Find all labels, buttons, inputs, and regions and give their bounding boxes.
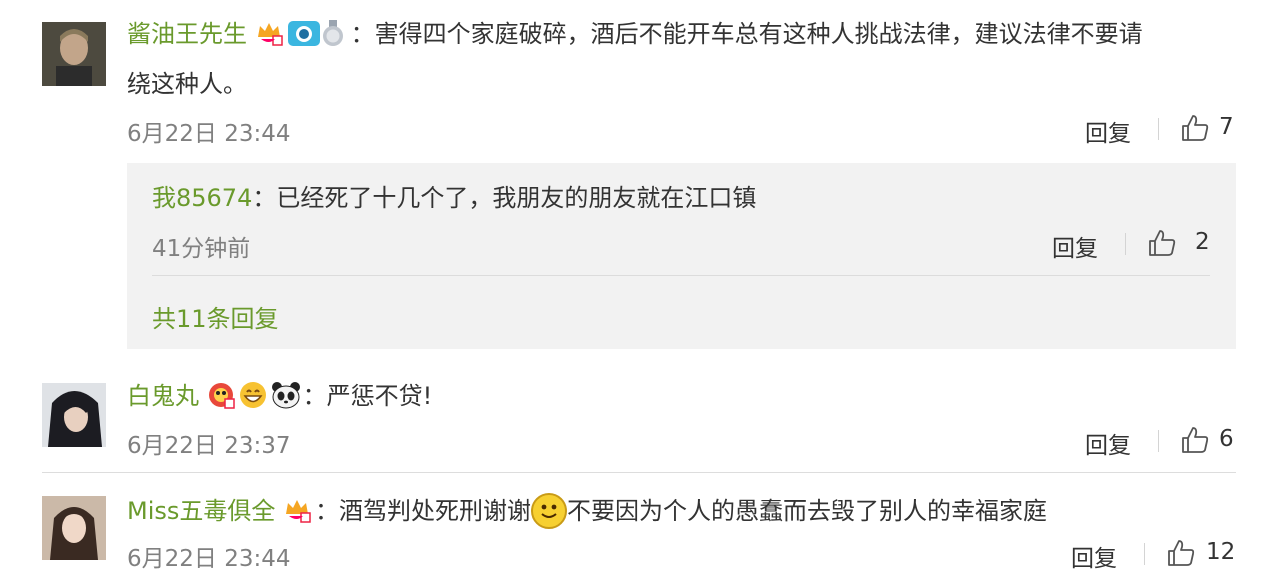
- username[interactable]: 酱油王先生: [127, 20, 247, 48]
- thumbs-up-icon[interactable]: [1180, 113, 1210, 143]
- colon: ：: [315, 497, 340, 525]
- comment-body-continued: 不要因为个人的愚蠢而去毁了别人的幸福家庭: [567, 497, 1048, 525]
- username[interactable]: Miss五毒俱全: [127, 497, 275, 525]
- divider: [42, 472, 1236, 473]
- more-replies-link[interactable]: 共11条回复: [152, 299, 279, 334]
- timestamp: 6月22日 23:44: [127, 121, 291, 147]
- colon: ：: [252, 184, 277, 212]
- separator: [1158, 118, 1159, 140]
- comment-body-continued: 绕这种人。: [127, 70, 247, 98]
- smile-emoji-icon: [531, 493, 568, 529]
- timestamp: 6月22日 23:37: [127, 433, 291, 459]
- comment-body: 严惩不贷!: [326, 382, 433, 410]
- colon: ：: [350, 20, 375, 48]
- reply-button[interactable]: 回复: [1052, 229, 1098, 263]
- thumbs-up-icon[interactable]: [1147, 228, 1177, 258]
- comment-text: Miss五毒俱全 ：酒驾判处死刑谢谢 不要因为个人的愚蠢而去毁了别人的幸福家庭: [127, 493, 1047, 529]
- user-portrait-icon: [42, 383, 106, 447]
- like-count: 6: [1219, 426, 1234, 452]
- timestamp: 41分钟前: [152, 236, 251, 262]
- camera-icon[interactable]: [287, 19, 320, 47]
- comment-text: 酱油王先生 ：害得四个家庭破碎，酒后不能开车总有这种人挑战法律，建议法律不要请: [127, 19, 1143, 49]
- like-count: 2: [1195, 229, 1210, 255]
- colon: ：: [302, 382, 327, 410]
- separator: [1158, 430, 1159, 452]
- separator: [1125, 233, 1126, 255]
- medal-icon[interactable]: [319, 19, 347, 47]
- like-count: 12: [1206, 539, 1236, 565]
- avatar[interactable]: [42, 22, 106, 86]
- username[interactable]: 我85674: [152, 184, 252, 212]
- avatar[interactable]: [42, 496, 106, 560]
- user-portrait-icon: [42, 496, 106, 560]
- sub-reply-text: 我85674：已经死了十几个了，我朋友的朋友就在江口镇: [152, 183, 756, 213]
- thumbs-up-icon[interactable]: [1180, 425, 1210, 455]
- grin-emoji-icon[interactable]: [239, 381, 267, 409]
- avatar[interactable]: [42, 383, 106, 447]
- panda-icon[interactable]: [271, 381, 300, 409]
- timestamp: 6月22日 23:44: [127, 546, 291, 572]
- vip-crown-icon[interactable]: [283, 496, 311, 524]
- reply-body: 已经死了十几个了，我朋友的朋友就在江口镇: [276, 184, 757, 212]
- separator: [1144, 543, 1145, 565]
- comment-body: 酒驾判处死刑谢谢: [339, 497, 532, 525]
- sub-reply-box: 我85674：已经死了十几个了，我朋友的朋友就在江口镇 41分钟前 回复 2 共…: [127, 163, 1236, 349]
- like-count: 7: [1219, 114, 1234, 140]
- thumbs-up-icon[interactable]: [1166, 538, 1196, 568]
- reply-button[interactable]: 回复: [1085, 426, 1131, 460]
- comment-text: 白鬼丸 ：严惩不贷!: [127, 381, 432, 411]
- comment-body: 害得四个家庭破碎，酒后不能开车总有这种人挑战法律，建议法律不要请: [374, 20, 1143, 48]
- divider: [152, 275, 1210, 276]
- reply-button[interactable]: 回复: [1085, 114, 1131, 148]
- vip-crown-icon[interactable]: [255, 19, 283, 47]
- username[interactable]: 白鬼丸: [127, 382, 199, 410]
- lion-dance-icon[interactable]: [207, 381, 235, 409]
- user-portrait-icon: [42, 22, 106, 86]
- reply-button[interactable]: 回复: [1071, 539, 1117, 573]
